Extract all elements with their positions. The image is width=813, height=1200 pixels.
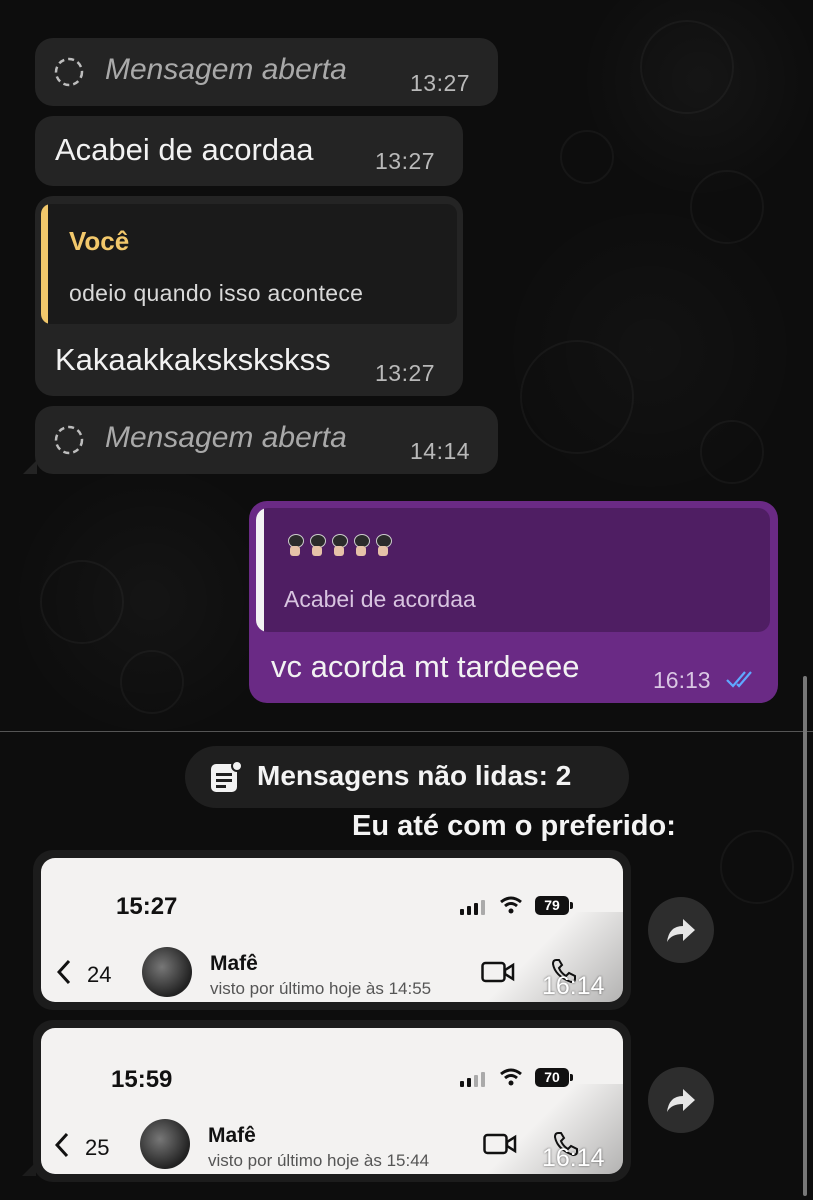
unread-label: Mensagens não lidas: 2 bbox=[257, 760, 572, 791]
incoming-reply-message[interactable]: Você odeio quando isso acontece Kakaakka… bbox=[35, 196, 463, 396]
double-check-icon bbox=[726, 671, 752, 688]
message-text: Acabei de acordaa bbox=[55, 132, 314, 167]
unread-count: 24 bbox=[87, 962, 112, 987]
reply-sender-emojis bbox=[286, 534, 392, 556]
reply-accent-bar bbox=[41, 204, 48, 324]
contact-name: Mafê bbox=[210, 952, 258, 975]
back-chevron-icon bbox=[55, 1132, 69, 1158]
outgoing-reply-message[interactable]: Acabei de acordaa vc acorda mt tardeeee … bbox=[249, 501, 778, 703]
forward-icon bbox=[667, 1089, 695, 1112]
last-seen: visto por último hoje às 14:55 bbox=[210, 979, 432, 998]
reply-snippet: Acabei de acordaa bbox=[284, 586, 476, 612]
screenshot-image[interactable]: 15:27 79 24 Mafê visto por último hoje à… bbox=[41, 858, 623, 1002]
message-time: 13:27 bbox=[375, 148, 436, 174]
reply-snippet: odeio quando isso acontece bbox=[69, 280, 364, 306]
opened-label: Mensagem aberta bbox=[105, 53, 347, 86]
unread-messages-banner: Mensagens não lidas: 2 bbox=[185, 746, 629, 808]
back-chevron-icon bbox=[57, 959, 71, 985]
unread-list-icon bbox=[211, 760, 243, 792]
status-clock: 15:27 bbox=[116, 893, 178, 920]
reply-quote[interactable]: Acabei de acordaa bbox=[256, 508, 770, 632]
incoming-message-opened[interactable]: Mensagem aberta 14:14 bbox=[35, 406, 498, 474]
last-seen: visto por último hoje às 15:44 bbox=[208, 1151, 430, 1170]
message-text: vc acorda mt tardeeee bbox=[271, 649, 580, 684]
scrollbar[interactable] bbox=[803, 676, 807, 1196]
signal-icon bbox=[460, 900, 485, 915]
avatar bbox=[140, 1119, 190, 1169]
signal-icon bbox=[460, 1072, 485, 1087]
unread-count: 25 bbox=[85, 1135, 110, 1160]
forward-button[interactable] bbox=[648, 897, 714, 963]
forward-button[interactable] bbox=[648, 1067, 714, 1133]
message-text: Kakaakkakskskskss bbox=[55, 342, 331, 377]
message-time: 14:14 bbox=[410, 438, 471, 464]
message-time: 13:27 bbox=[375, 360, 436, 386]
view-once-icon bbox=[54, 57, 84, 87]
wifi-icon bbox=[500, 896, 522, 914]
reply-sender: Você bbox=[69, 226, 130, 256]
message-time: 13:27 bbox=[410, 70, 471, 96]
status-clock: 15:59 bbox=[111, 1066, 173, 1093]
view-once-icon bbox=[54, 425, 84, 455]
caption-text: Eu até com o preferido: bbox=[352, 810, 676, 842]
incoming-message[interactable]: Acabei de acordaa 13:27 bbox=[35, 116, 463, 186]
reply-accent-bar bbox=[256, 508, 264, 632]
image-time: 16:14 bbox=[542, 972, 605, 1000]
wifi-icon bbox=[500, 1068, 522, 1086]
bubble-tail bbox=[23, 460, 37, 474]
screenshot-image[interactable]: 15:59 70 25 Mafê visto por último hoje à… bbox=[41, 1028, 623, 1174]
contact-name: Mafê bbox=[208, 1124, 256, 1147]
message-time: 16:13 bbox=[653, 667, 711, 693]
video-call-icon bbox=[483, 1133, 517, 1155]
battery-icon: 79 bbox=[535, 896, 573, 915]
reply-quote[interactable]: Você odeio quando isso acontece bbox=[41, 204, 457, 324]
bubble-tail bbox=[22, 1162, 36, 1176]
incoming-message-opened[interactable]: Mensagem aberta 13:27 bbox=[35, 38, 498, 106]
battery-icon: 70 bbox=[535, 1068, 573, 1087]
divider bbox=[0, 731, 813, 732]
opened-label: Mensagem aberta bbox=[105, 421, 347, 454]
image-message[interactable]: 15:59 70 25 Mafê visto por último hoje à… bbox=[33, 1020, 631, 1182]
video-call-icon bbox=[481, 961, 515, 983]
image-time: 16:14 bbox=[542, 1144, 605, 1172]
image-message[interactable]: 15:27 79 24 Mafê visto por último hoje à… bbox=[33, 850, 631, 1010]
forward-icon bbox=[667, 919, 695, 942]
avatar bbox=[142, 947, 192, 997]
